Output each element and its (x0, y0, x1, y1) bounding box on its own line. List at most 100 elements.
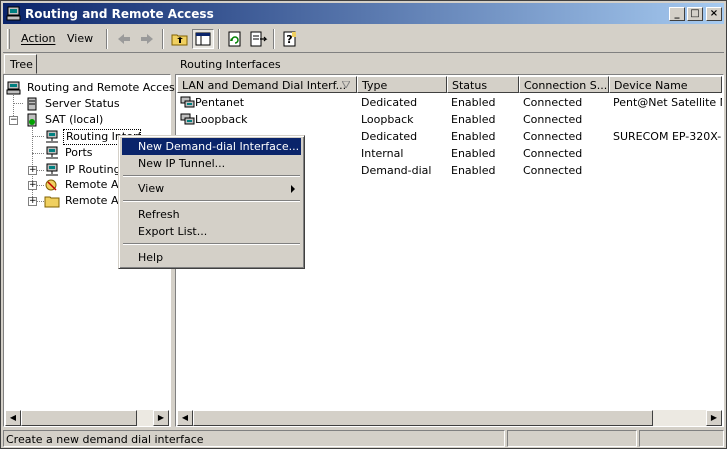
status-panel (507, 430, 637, 447)
cell-status: Enabled (451, 130, 496, 143)
cell-connection: Connected (523, 147, 583, 160)
status-bar: Create a new demand dial interface (3, 429, 724, 448)
toolbar-separator (106, 29, 108, 49)
cell-device (613, 163, 722, 179)
tree-horizontal-scrollbar[interactable]: ◀ ▶ (5, 410, 169, 426)
scroll-left-button[interactable]: ◀ (177, 410, 193, 426)
interface-icon (180, 96, 195, 108)
cell-name: Loopback (195, 113, 248, 126)
cell-connection: Connected (523, 96, 583, 109)
expand-toggle[interactable]: + (28, 181, 37, 190)
minimize-button[interactable]: _ (669, 7, 685, 21)
scroll-right-button[interactable]: ▶ (706, 410, 722, 426)
scroll-right-button[interactable]: ▶ (153, 410, 169, 426)
column-header-name[interactable]: LAN and Demand Dial Interf... (177, 76, 357, 93)
menu-item-export-list[interactable]: Export List... (122, 223, 301, 240)
server-icon (27, 113, 37, 127)
tab-tree[interactable]: Tree (4, 54, 37, 74)
cell-type: Loopback (361, 113, 414, 126)
tree-connector (37, 170, 44, 171)
menu-item-refresh[interactable]: Refresh (122, 206, 301, 223)
menu-item-help[interactable]: Help (122, 249, 301, 266)
help-button[interactable]: ? (279, 29, 301, 49)
export-list-button[interactable] (247, 29, 269, 49)
tree-connector (32, 136, 44, 137)
refresh-button[interactable] (224, 29, 246, 49)
cell-device: Pent@Net Satellite NIC (613, 96, 722, 109)
status-text: Create a new demand dial interface (3, 430, 505, 447)
up-level-button[interactable] (169, 29, 191, 49)
cell-connection: Connected (523, 113, 583, 126)
menu-item-new-ip-tunnel[interactable]: New IP Tunnel... (122, 155, 301, 172)
maximize-button[interactable]: □ (687, 7, 703, 21)
menu-item-new-demand-dial[interactable]: New Demand-dial Interface... (122, 138, 301, 155)
scroll-thumb[interactable] (193, 410, 653, 426)
main-window: Routing and Remote Access _ □ × Action V… (0, 0, 727, 449)
menu-view[interactable]: View (67, 32, 93, 45)
column-header-label: LAN and Demand Dial Interf... (182, 79, 347, 92)
help-icon: ? (283, 31, 296, 47)
column-header-connection-state[interactable]: Connection S... (519, 76, 609, 93)
interface-icon (180, 113, 195, 125)
back-button[interactable] (113, 29, 135, 49)
forward-arrow-icon (141, 34, 153, 44)
context-menu: New Demand-dial Interface... New IP Tunn… (118, 135, 305, 269)
cell-name: Pentanet (195, 96, 245, 109)
tree-node-label: Routing and Remote Access (27, 81, 181, 94)
tree-connector (13, 103, 23, 104)
toolbar-grip (7, 29, 10, 49)
column-header-label: Type (362, 79, 388, 92)
expand-toggle[interactable]: + (28, 197, 37, 206)
cell-connection: Connected (523, 164, 583, 177)
tree-connector (37, 185, 44, 186)
tree-node-label: SAT (local) (45, 113, 104, 126)
sort-triangle-icon (342, 81, 350, 88)
scroll-thumb[interactable] (21, 410, 137, 426)
cell-status: Enabled (451, 147, 496, 160)
close-button[interactable]: × (706, 7, 722, 21)
folder-icon (44, 196, 60, 208)
menu-action[interactable]: Action (21, 32, 55, 45)
tree-connector (32, 153, 44, 154)
scroll-left-button[interactable]: ◀ (5, 410, 21, 426)
title-bar[interactable]: Routing and Remote Access _ □ × (3, 3, 724, 24)
column-header-type[interactable]: Type (357, 76, 447, 93)
cell-type: Demand-dial (361, 164, 432, 177)
column-header-device-name[interactable]: Device Name (609, 76, 722, 93)
column-header-status[interactable]: Status (447, 76, 519, 93)
show-hide-tree-button[interactable] (192, 29, 214, 49)
submenu-arrow-icon (291, 185, 295, 193)
show-hide-tree-icon (195, 32, 211, 46)
collapse-toggle[interactable]: − (9, 116, 18, 125)
forward-button[interactable] (136, 29, 158, 49)
column-header-label: Status (452, 79, 488, 92)
tree-node-label: Server Status (45, 97, 120, 110)
menu-separator (123, 200, 300, 202)
cell-connection: Connected (523, 130, 583, 143)
cell-type: Dedicated (361, 96, 418, 109)
cell-type: Internal (361, 147, 404, 160)
menu-action-label: Action (21, 32, 56, 45)
cell-status: Enabled (451, 96, 496, 109)
refresh-icon (228, 31, 241, 47)
up-folder-icon (171, 34, 188, 46)
cell-status: Enabled (451, 113, 496, 126)
rras-root-icon (6, 81, 21, 95)
back-arrow-icon (118, 34, 130, 44)
toolbar-separator (162, 29, 164, 49)
cell-device: SURECOM EP-320X-R 1 (613, 130, 722, 143)
list-horizontal-scrollbar[interactable]: ◀ ▶ (177, 410, 722, 426)
status-panel (639, 430, 724, 447)
tree-node-label: Remote Access Logging (65, 194, 123, 207)
toolbar-separator (273, 29, 275, 49)
policy-icon (45, 179, 57, 191)
routing-interfaces-icon (46, 130, 58, 143)
rras-app-icon (6, 6, 21, 21)
expand-toggle[interactable]: + (28, 166, 37, 175)
export-list-icon (250, 31, 268, 47)
cell-device (613, 112, 722, 128)
tab-tree-label: Tree (10, 58, 33, 71)
server-status-icon (27, 97, 37, 111)
menu-item-view[interactable]: View (122, 180, 301, 197)
list-pane-title: Routing Interfaces (180, 58, 281, 71)
